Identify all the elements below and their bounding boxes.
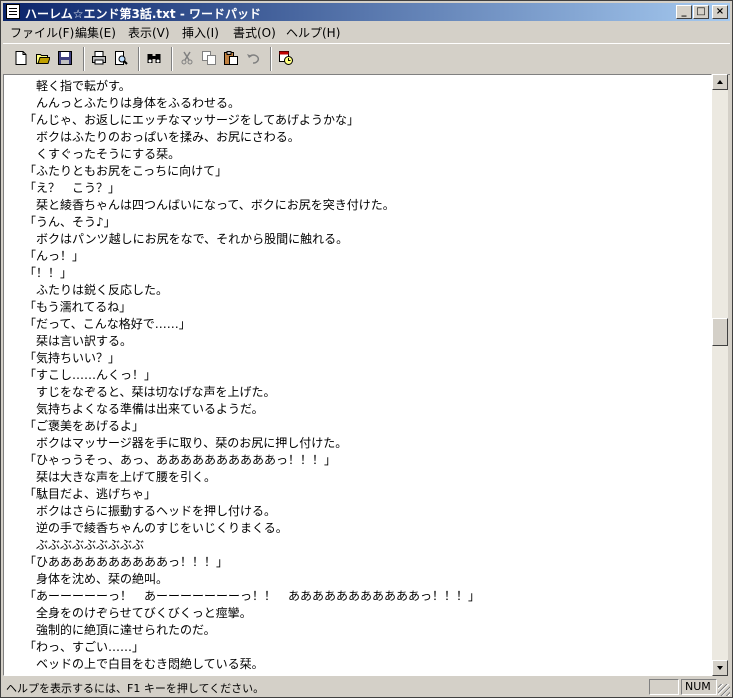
scrollbar-thumb[interactable]: [712, 318, 728, 346]
menu-edit[interactable]: 編集(E): [75, 24, 116, 41]
menu-bar: ファイル(F) 編集(E) 表示(V) 挿入(I) 書式(O) ヘルプ(H): [3, 22, 730, 41]
undo-icon: [247, 54, 260, 64]
save-disk-icon: [58, 51, 72, 65]
new-document-icon: [15, 51, 27, 65]
text-line: 「んっ！」: [24, 249, 85, 263]
insert-datetime-icon: [279, 51, 293, 65]
text-line: 軽く指で転がす。: [24, 79, 131, 93]
text-line: 「だって、こんな格好で……」: [24, 317, 191, 331]
vertical-scrollbar[interactable]: [712, 74, 728, 676]
cut-button[interactable]: [177, 48, 199, 70]
resize-grip-icon[interactable]: [718, 684, 730, 696]
print-button[interactable]: [89, 48, 111, 70]
copy-button[interactable]: [199, 48, 221, 70]
toolbar-separator: [270, 47, 272, 71]
find-button[interactable]: [144, 48, 166, 70]
status-pane-blank: [649, 679, 679, 695]
text-line: 「ひゃっうそっ、あっ、ああああああああああっ！！！」: [24, 453, 337, 467]
menu-file[interactable]: ファイル(F): [10, 24, 74, 41]
text-line: すじをなぞると、栞は切なげな声を上げた。: [24, 385, 276, 399]
text-line: ぶぶぶぶぶぶぶぶぶ: [24, 538, 145, 552]
insert-datetime-button[interactable]: [276, 48, 298, 70]
text-line: ボクはさらに振動するヘッドを押し付ける。: [24, 504, 277, 518]
text-line: ボクはパンツ越しにお尻をなで、それから股間に触れる。: [24, 232, 349, 246]
print-icon: [92, 51, 106, 65]
arrow-down-icon: [717, 666, 723, 670]
cut-scissors-icon: [181, 51, 193, 65]
text-line: 栞と綾香ちゃんは四つんばいになって、ボクにお尻を突き付けた。: [24, 198, 395, 212]
text-line: 「気持ちいい？」: [24, 351, 121, 365]
text-line: 栞は言い訳する。: [24, 334, 133, 348]
find-binoculars-icon: [147, 54, 161, 63]
text-line: 「あーーーーーっ！ あーーーーーーーっ！！ あああああああああああっ！！！」: [24, 589, 481, 603]
text-line: 「駄目だよ、逃げちゃ」: [24, 487, 157, 501]
text-line: 「え？ こう？」: [24, 181, 121, 195]
undo-button[interactable]: [243, 48, 265, 70]
text-line: んんっとふたりは身体をふるわせる。: [24, 96, 241, 110]
text-line: 「んじゃ、お返しにエッチなマッサージをしてあげようかな」: [24, 113, 360, 127]
num-lock-indicator: NUM: [681, 679, 717, 695]
menu-view[interactable]: 表示(V): [128, 24, 170, 41]
open-folder-icon: [36, 54, 50, 64]
arrow-up-icon: [717, 80, 723, 84]
status-bar: ヘルプを表示するには、F1 キーを押してください。 NUM: [3, 678, 730, 696]
paste-button[interactable]: [221, 48, 243, 70]
new-button[interactable]: [11, 48, 33, 70]
toolbar-separator: [83, 47, 85, 71]
scroll-up-button[interactable]: [712, 74, 728, 90]
text-line: 「わっ、すごい……」: [24, 640, 145, 654]
text-line: 全身をのけぞらせてびくびくっと痙攣。: [24, 606, 252, 620]
text-line: 身体を沈め、栞の絶叫。: [24, 572, 169, 586]
maximize-button[interactable]: □: [693, 5, 709, 19]
document-text-area[interactable]: 軽く指で転がす。 んんっとふたりは身体をふるわせる。「んじゃ、お返しにエッチなマ…: [3, 74, 712, 676]
minimize-button[interactable]: _: [676, 5, 692, 19]
menu-help[interactable]: ヘルプ(H): [286, 24, 340, 41]
title-bar[interactable]: ハーレム☆エンド第3話.txt - ワードパッド _ □ ×: [3, 3, 730, 21]
text-line: ふたりは鋭く反応した。: [24, 283, 169, 297]
text-line: ベッドの上で白目をむき悶絶している栞。: [24, 657, 264, 671]
status-help-text: ヘルプを表示するには、F1 キーを押してください。: [6, 682, 265, 695]
paste-icon: [224, 51, 238, 65]
wordpad-window: ハーレム☆エンド第3話.txt - ワードパッド _ □ × ファイル(F) 編…: [0, 0, 733, 698]
print-preview-button[interactable]: [111, 48, 133, 70]
toolbar-separator: [138, 47, 140, 71]
toolbar: [3, 43, 730, 75]
menu-format[interactable]: 書式(O): [233, 24, 276, 41]
text-line: 「！！」: [24, 266, 73, 280]
text-line: 気持ちよくなる準備は出来ているようだ。: [24, 402, 264, 416]
copy-icon: [202, 51, 216, 65]
save-button[interactable]: [55, 48, 77, 70]
text-line: くすぐったそうにする栞。: [24, 147, 181, 161]
text-line: 強制的に絶頂に達せられたのだ。: [24, 623, 216, 637]
text-line: 「ふたりともお尻をこっちに向けて」: [24, 164, 228, 178]
text-line: 「もう濡れてるね」: [24, 300, 132, 314]
text-line: ボクはふたりのおっぱいを揉み、お尻にさわる。: [24, 130, 300, 144]
text-line: 逆の手で綾香ちゃんのすじをいじくりまくる。: [24, 521, 288, 535]
text-line: 「ご褒美をあげるよ」: [24, 419, 145, 433]
open-button[interactable]: [33, 48, 55, 70]
toolbar-separator: [171, 47, 173, 71]
scroll-down-button[interactable]: [712, 660, 728, 676]
wordpad-document-icon[interactable]: [6, 4, 20, 19]
text-line: 栞は大きな声を上げて腰を引く。: [24, 470, 217, 484]
close-button[interactable]: ×: [712, 5, 728, 19]
text-line: 「うん、そう♪」: [24, 215, 116, 229]
text-line: 「すこし……んくっ！」: [24, 368, 157, 382]
text-line: 「ひああああああああああっ！！！」: [24, 555, 229, 569]
menu-insert[interactable]: 挿入(I): [182, 24, 219, 41]
text-line: ボクはマッサージ器を手に取り、栞のお尻に押し付けた。: [24, 436, 348, 450]
window-title: ハーレム☆エンド第3話.txt - ワードパッド: [25, 7, 261, 21]
print-preview-icon: [115, 51, 128, 65]
